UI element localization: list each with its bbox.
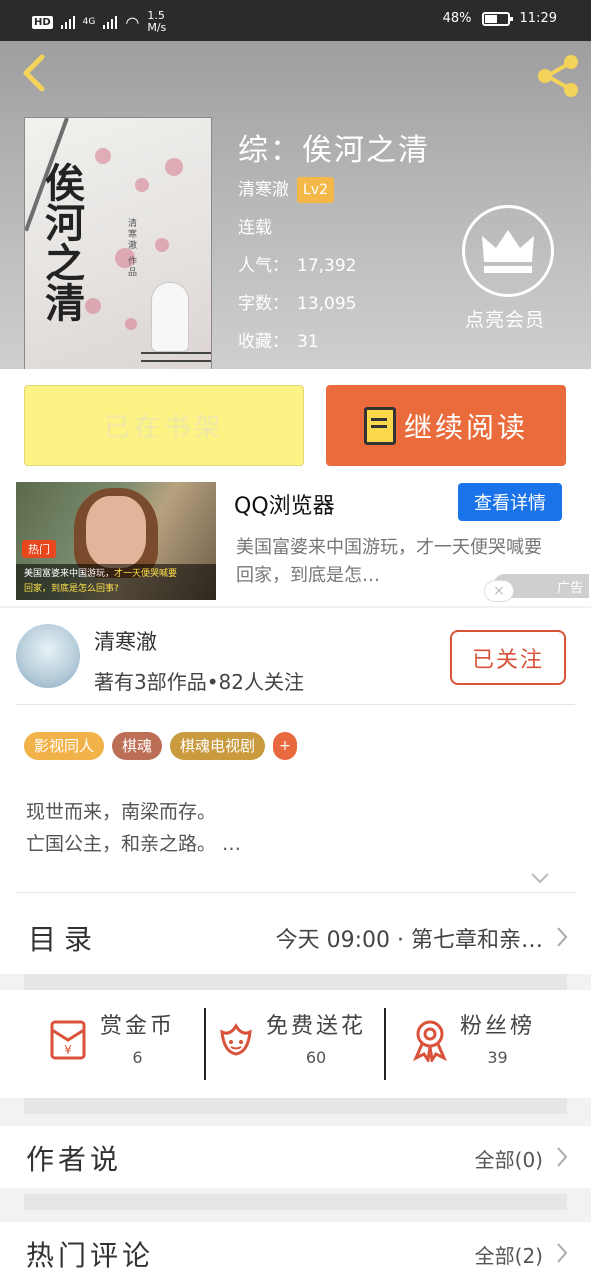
cover-rail xyxy=(141,352,211,362)
reward-coins-button[interactable]: ¥ 赏金币 6 xyxy=(46,1008,175,1078)
ad-image-face xyxy=(86,496,146,568)
ad-image[interactable]: 热门 美国富婆来中国游玩，才一天便哭喊要 回家，到底是怎么回事? xyxy=(16,482,216,600)
book-cover[interactable]: 俟河之清 清寒澈 作品 xyxy=(24,117,212,369)
reward-count: 6 xyxy=(132,1048,143,1067)
reward-flower-button[interactable]: 免费送花 60 xyxy=(216,1008,366,1078)
book-author[interactable]: 清寒澈 xyxy=(238,171,289,209)
net-type: 4G xyxy=(82,17,96,27)
tag-list: 影视同人 棋魂 棋魂电视剧 + xyxy=(24,732,298,760)
add-to-shelf-button[interactable]: 已在书架 xyxy=(24,385,304,466)
battery-icon xyxy=(481,11,513,26)
hot-comments-more[interactable]: 全部(2) xyxy=(475,1240,543,1269)
net-speed: 1.5 M/s xyxy=(147,9,167,34)
divider xyxy=(384,1008,386,1080)
reward-label: 免费送花 xyxy=(266,1014,367,1039)
share-button[interactable] xyxy=(535,53,581,99)
divider xyxy=(16,704,575,705)
action-bar: 已在书架 继续阅读 xyxy=(0,369,591,482)
cover-author: 清寒澈 作品 xyxy=(126,218,136,278)
tag-pill[interactable]: 棋魂电视剧 xyxy=(170,732,266,760)
ad-title[interactable]: QQ浏览器 xyxy=(234,488,335,520)
blossom xyxy=(85,298,101,314)
synopsis[interactable]: 现世而来，南梁而存。 亡国公主，和亲之路。 … xyxy=(26,796,241,860)
hot-comments-title: 热门评论 xyxy=(26,1239,155,1272)
ad-image-caption: 美国富婆来中国游玩，才一天便哭喊要 回家，到底是怎么回事? xyxy=(16,564,216,600)
blossom xyxy=(165,158,183,176)
back-button[interactable] xyxy=(16,53,56,93)
svg-text:¥: ¥ xyxy=(64,1043,72,1057)
section-gap xyxy=(24,1098,567,1114)
hot-comments-row[interactable]: 热门评论 全部(2) xyxy=(0,1222,591,1280)
book-info: 综：俟河之清 清寒澈 Lv2 连载 人气： 17,392 字数： 13,095 收藏… xyxy=(238,131,430,361)
book-status: 连载 xyxy=(238,218,272,238)
continue-reading-label: 继续阅读 xyxy=(403,410,528,444)
flower-icon xyxy=(220,1023,252,1056)
chevron-right-icon xyxy=(557,927,568,947)
expand-button[interactable] xyxy=(530,870,550,889)
follow-button[interactable]: 已关注 xyxy=(450,630,566,685)
section-gap xyxy=(24,1194,567,1210)
blossom xyxy=(155,238,169,252)
reward-label: 赏金币 xyxy=(100,1014,176,1039)
continue-reading-button[interactable]: 继续阅读 xyxy=(326,385,566,466)
avatar[interactable] xyxy=(16,624,80,688)
author-say-row[interactable]: 作者说 全部(0) xyxy=(0,1126,591,1188)
cover-title: 俟河之清 xyxy=(38,162,85,322)
author-meta: 著有3部作品•82人关注 xyxy=(94,670,304,694)
signal-icon-2 xyxy=(103,15,118,29)
toc-row[interactable]: 目录 今天 09:00 · 第七章和亲… xyxy=(0,898,591,974)
red-envelope-icon: ¥ xyxy=(50,1020,86,1060)
stat-collections: 收藏： 31 xyxy=(238,332,319,352)
signal-icon xyxy=(60,15,75,29)
stat-wordcount: 字数： 13,095 xyxy=(238,294,357,314)
author-level-badge: Lv2 xyxy=(297,177,334,203)
toc-label: 目录 xyxy=(28,923,101,956)
reward-count: 60 xyxy=(305,1048,327,1067)
chevron-right-icon xyxy=(557,1243,568,1263)
blossom xyxy=(125,318,137,330)
blossom xyxy=(95,148,111,164)
blossom xyxy=(135,178,149,192)
divider xyxy=(204,1008,206,1080)
reward-count: 39 xyxy=(487,1048,508,1067)
vip-label[interactable]: 点亮会员 xyxy=(465,305,545,332)
tag-pill[interactable]: 棋魂 xyxy=(112,732,163,760)
divider xyxy=(16,892,575,893)
book-header: 俟河之清 清寒澈 作品 综：俟河之清 清寒澈 Lv2 连载 人气： 17,392 … xyxy=(0,41,591,369)
cover-figure xyxy=(151,282,189,352)
status-bar: HD 4G ◠ 1.5 M/s 48% 11:29 xyxy=(0,0,591,41)
chevron-right-icon xyxy=(557,1147,568,1167)
ad-close-button[interactable]: × xyxy=(484,580,514,602)
author-name[interactable]: 清寒澈 xyxy=(94,626,157,656)
synopsis-line: 亡国公主，和亲之路。 … xyxy=(26,833,242,855)
chevron-left-icon xyxy=(23,54,45,92)
book-title: 综：俟河之清 xyxy=(238,133,430,168)
hd-badge: HD xyxy=(32,15,53,29)
clock: 11:29 xyxy=(519,11,557,26)
synopsis-line: 现世而来，南梁而存。 xyxy=(26,801,217,823)
fan-rank-button[interactable]: 粉丝榜 39 xyxy=(410,1008,535,1078)
ad-banner[interactable]: 热门 美国富婆来中国游玩，才一天便哭喊要 回家，到底是怎么回事? QQ浏览器 查… xyxy=(0,482,591,606)
crown-icon xyxy=(482,230,534,273)
author-section: 清寒澈 著有3部作品•82人关注 已关注 影视同人 棋魂 棋魂电视剧 + 现世而… xyxy=(0,608,591,898)
more-tags-button[interactable]: + xyxy=(273,732,298,760)
rewards-section: ¥ 赏金币 6 免费送花 60 粉丝榜 39 xyxy=(0,990,591,1098)
tag-pill[interactable]: 影视同人 xyxy=(24,732,105,760)
chevron-down-icon xyxy=(531,873,549,884)
section-gap xyxy=(24,974,567,990)
ad-details-button[interactable]: 查看详情 xyxy=(458,483,562,521)
author-say-more[interactable]: 全部(0) xyxy=(475,1144,543,1173)
author-say-title: 作者说 xyxy=(26,1143,123,1176)
vip-button[interactable] xyxy=(462,205,554,297)
latest-chapter[interactable]: 今天 09:00 · 第七章和亲… xyxy=(276,922,543,954)
medal-icon xyxy=(413,1020,447,1062)
share-icon xyxy=(538,55,578,97)
stat-popularity: 人气： 17,392 xyxy=(238,256,357,276)
hot-tag: 热门 xyxy=(22,540,56,558)
reward-label: 粉丝榜 xyxy=(460,1014,536,1039)
book-icon xyxy=(363,406,396,445)
battery-percent: 48% xyxy=(442,11,472,26)
wifi-icon: ◠ xyxy=(125,12,140,32)
